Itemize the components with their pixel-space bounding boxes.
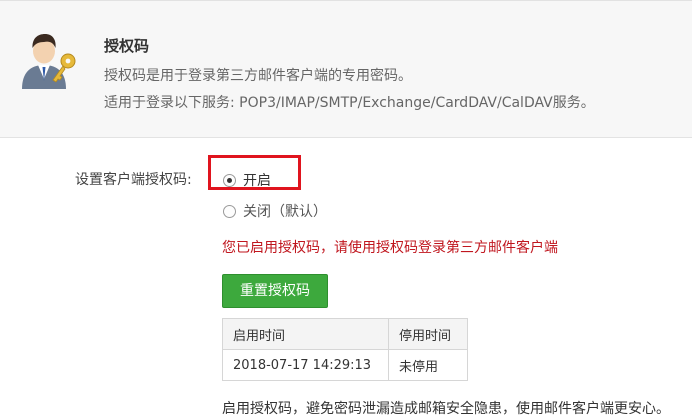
table-header-row: 启用时间 停用时间 [222, 318, 468, 350]
table-row: 2018-07-17 14:29:13 未停用 [222, 349, 468, 381]
radio-disable-label[interactable]: 关闭（默认） [243, 201, 327, 221]
radio-disable[interactable] [223, 205, 236, 218]
supported-services-text: 适用于登录以下服务: POP3/IMAP/SMTP/Exchange/CardD… [104, 95, 595, 111]
client-auth-code-setting-label: 设置客户端授权码: [75, 172, 192, 188]
radio-enable[interactable] [223, 174, 236, 187]
reset-auth-code-button[interactable]: 重置授权码 [222, 274, 328, 308]
user-key-avatar-icon [22, 34, 76, 89]
security-tip-text: 启用授权码，避免密码泄漏造成邮箱安全隐患，使用邮件客户端更安心。 [222, 401, 670, 417]
enabled-time-cell: 2018-07-17 14:29:13 [222, 349, 389, 381]
disabled-time-cell: 未停用 [388, 349, 468, 381]
section-description: 授权码是用于登录第三方邮件客户端的专用密码。 [104, 68, 412, 84]
page-header: 授权码 授权码是用于登录第三方邮件客户端的专用密码。 适用于登录以下服务: PO… [0, 1, 692, 138]
auth-code-status-table: 启用时间 停用时间 2018-07-17 14:29:13 未停用 [222, 318, 468, 381]
radio-enable-label[interactable]: 开启 [243, 170, 271, 190]
section-title: 授权码 [104, 37, 150, 55]
column-header-disabled-time: 停用时间 [388, 318, 468, 350]
column-header-enabled-time: 启用时间 [222, 318, 389, 350]
auth-code-enabled-notice: 您已启用授权码，请使用授权码登录第三方邮件客户端 [222, 240, 558, 256]
